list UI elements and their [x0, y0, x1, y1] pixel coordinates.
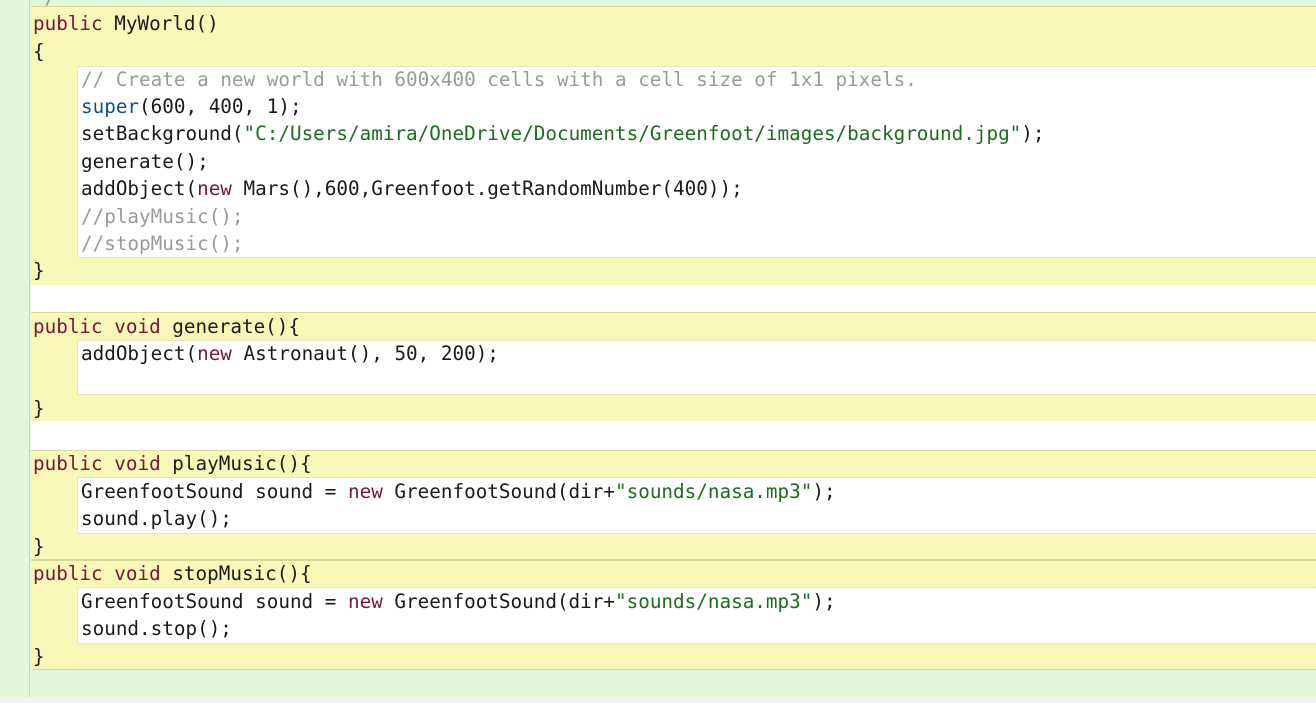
- set-background-call: setBackground(: [81, 122, 244, 145]
- add-object-call: addObject(: [81, 177, 198, 200]
- keyword-new: new: [348, 480, 383, 503]
- add-object-call: addObject(: [81, 342, 198, 365]
- code-line-comment-stop[interactable]: //stopMusic();: [81, 230, 244, 257]
- keyword-new: new: [197, 177, 232, 200]
- code-line-add-mars[interactable]: addObject(new Mars(),600,Greenfoot.getRa…: [81, 175, 743, 202]
- blank-line-gap: [31, 285, 1316, 312]
- keyword-new: new: [348, 590, 383, 613]
- keyword-public: public: [33, 12, 103, 35]
- keyword-super: super: [81, 95, 140, 118]
- constructor-close-brace[interactable]: }: [33, 257, 45, 284]
- sound-declaration: GreenfootSound sound =: [81, 480, 348, 503]
- constructor-open-brace[interactable]: {: [33, 38, 45, 65]
- keyword-public: public: [33, 452, 103, 475]
- code-line-play-sound-decl[interactable]: GreenfootSound sound = new GreenfootSoun…: [81, 478, 836, 505]
- sound-path-string: "sounds/nasa.mp3": [615, 590, 813, 613]
- sound-decl-end: );: [812, 480, 836, 503]
- constructor-name: MyWorld(): [102, 12, 219, 35]
- stop-music-header[interactable]: public void stopMusic(){: [33, 560, 312, 587]
- keyword-public: public: [33, 562, 103, 585]
- background-path-string: "C:/Users/amira/OneDrive/Documents/Green…: [243, 122, 1022, 145]
- code-line-set-background[interactable]: setBackground("C:/Users/amira/OneDrive/D…: [81, 120, 1045, 147]
- add-astronaut-args: Astronaut(), 50, 200);: [231, 342, 499, 365]
- generate-close-brace[interactable]: }: [33, 395, 45, 422]
- sound-constructor: GreenfootSound(dir+: [382, 590, 615, 613]
- generate-name: generate(){: [160, 315, 301, 338]
- generate-header[interactable]: public void generate(){: [33, 313, 300, 340]
- code-editor[interactable]: */ public MyWorld() { // Create a new wo…: [0, 0, 1316, 703]
- sound-declaration: GreenfootSound sound =: [81, 590, 348, 613]
- code-line-generate-call[interactable]: generate();: [81, 148, 209, 175]
- constructor-header[interactable]: public MyWorld(): [33, 10, 219, 37]
- keyword-void: void: [114, 562, 161, 585]
- super-args: (600, 400, 1);: [139, 95, 302, 118]
- blank-line-gap: [31, 421, 1316, 450]
- code-line-add-astronaut[interactable]: addObject(new Astronaut(), 50, 200);: [81, 340, 499, 367]
- code-line-super[interactable]: super(600, 400, 1);: [81, 93, 302, 120]
- editor-bottom-edge: [0, 697, 1316, 703]
- set-background-end: );: [1021, 122, 1045, 145]
- keyword-new: new: [197, 342, 232, 365]
- stop-music-name: stopMusic(){: [160, 562, 312, 585]
- sound-decl-end: );: [812, 590, 836, 613]
- code-line-comment[interactable]: // Create a new world with 600x400 cells…: [81, 66, 917, 93]
- code-line-sound-play[interactable]: sound.play();: [81, 505, 232, 532]
- play-music-name: playMusic(){: [160, 452, 312, 475]
- code-line-sound-stop[interactable]: sound.stop();: [81, 615, 232, 642]
- gutter-divider: [29, 0, 30, 697]
- add-mars-args: Mars(),600,Greenfoot.getRandomNumber(400…: [231, 177, 743, 200]
- sound-path-string: "sounds/nasa.mp3": [615, 480, 813, 503]
- keyword-void: void: [114, 315, 161, 338]
- code-line-comment-play[interactable]: //playMusic();: [81, 203, 244, 230]
- keyword-public: public: [33, 315, 103, 338]
- keyword-void: void: [114, 452, 161, 475]
- code-line-stop-sound-decl[interactable]: GreenfootSound sound = new GreenfootSoun…: [81, 588, 836, 615]
- sound-constructor: GreenfootSound(dir+: [382, 480, 615, 503]
- play-music-header[interactable]: public void playMusic(){: [33, 450, 312, 477]
- play-music-close-brace[interactable]: }: [33, 533, 45, 560]
- stop-music-close-brace[interactable]: }: [33, 643, 45, 670]
